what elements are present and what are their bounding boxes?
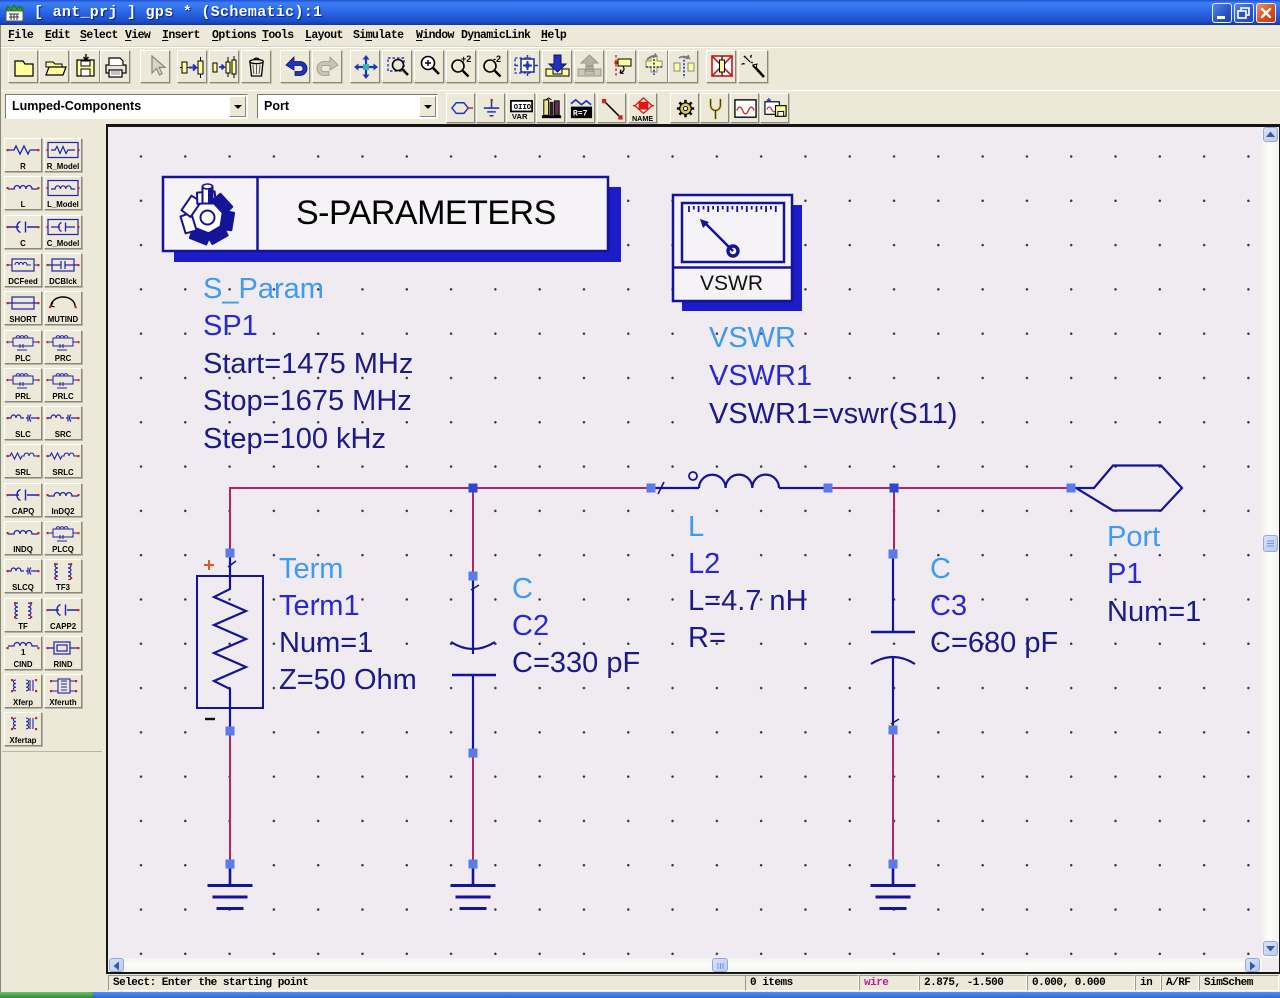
svg-text:VSWR1=vswr(S11): VSWR1=vswr(S11) xyxy=(709,398,957,430)
svg-text:VSWR1: VSWR1 xyxy=(709,360,812,392)
svg-text:VAR: VAR xyxy=(512,112,528,121)
svg-text:SP1: SP1 xyxy=(203,310,258,342)
svg-text:L2: L2 xyxy=(688,548,720,580)
svg-text:Port: Port xyxy=(1107,521,1160,553)
svg-text:Step=100 kHz: Step=100 kHz xyxy=(203,423,386,455)
svg-text:C: C xyxy=(930,553,951,585)
svg-text:NAME: NAME xyxy=(632,114,653,123)
svg-text:Term: Term xyxy=(279,553,343,585)
svg-text:S_Param: S_Param xyxy=(203,273,324,305)
svg-text:C=330 pF: C=330 pF xyxy=(512,647,640,679)
svg-text:Stop=1675 MHz: Stop=1675 MHz xyxy=(203,385,412,417)
svg-text:Term1: Term1 xyxy=(279,590,360,622)
svg-text:VSWR: VSWR xyxy=(700,272,763,295)
svg-text:C3: C3 xyxy=(930,590,967,622)
svg-text:Start=1475 MHz: Start=1475 MHz xyxy=(203,348,413,380)
svg-text:Num=1: Num=1 xyxy=(279,627,373,659)
svg-text:R=7: R=7 xyxy=(573,110,588,119)
svg-text:R=: R= xyxy=(688,622,726,654)
svg-text:1: 1 xyxy=(21,648,26,657)
svg-text:C=680 pF: C=680 pF xyxy=(930,627,1058,659)
svg-text:P1: P1 xyxy=(1107,558,1142,590)
svg-text:Z=50 Ohm: Z=50 Ohm xyxy=(279,664,417,696)
svg-text:L: L xyxy=(688,511,704,543)
svg-text:Num=1: Num=1 xyxy=(1107,596,1201,628)
svg-text:OIIO: OIIO xyxy=(514,104,532,112)
svg-text:L=4.7 nH: L=4.7 nH xyxy=(688,585,807,617)
svg-text:VSWR: VSWR xyxy=(709,322,796,354)
svg-text:S-PARAMETERS: S-PARAMETERS xyxy=(296,194,556,232)
svg-text:C: C xyxy=(512,573,533,605)
svg-text:C2: C2 xyxy=(512,610,549,642)
